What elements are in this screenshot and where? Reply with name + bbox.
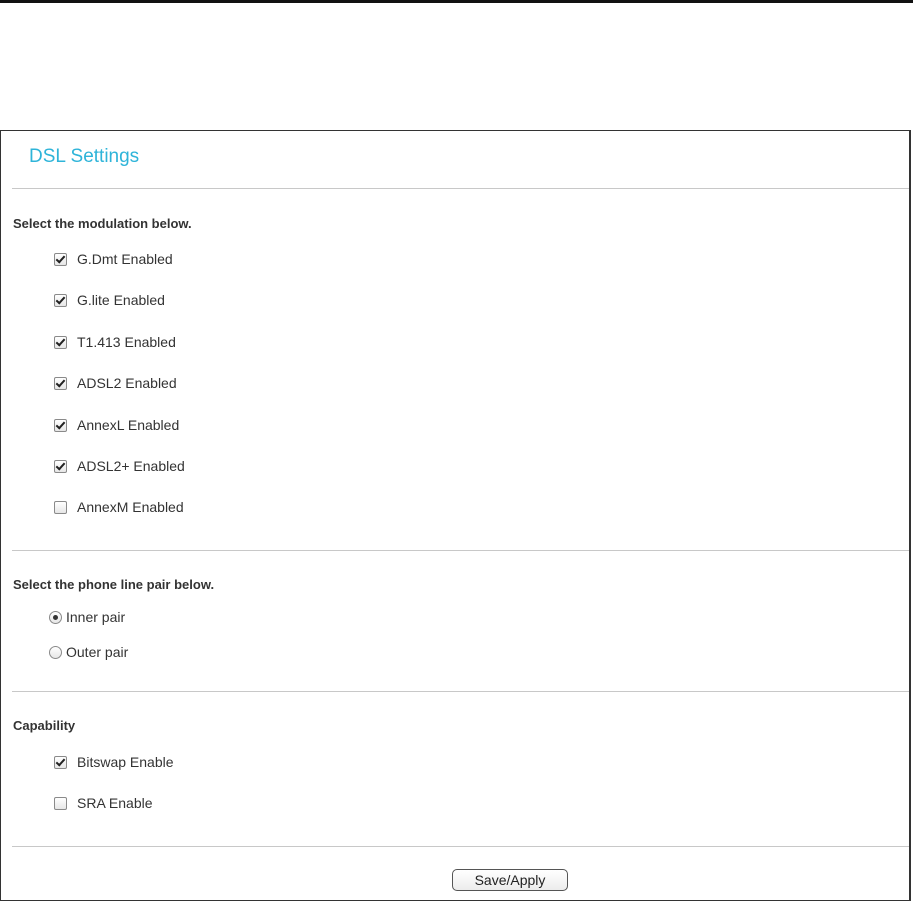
adsl2plus-label: ADSL2+ Enabled — [77, 458, 185, 474]
inner-pair-label: Inner pair — [66, 609, 126, 625]
annexm-checkbox[interactable] — [54, 500, 67, 514]
modulation-option-gdmt[interactable]: G.Dmt Enabled — [54, 250, 173, 268]
dsl-settings-panel: DSL Settings Select the modulation below… — [0, 130, 911, 901]
sra-checkbox[interactable] — [54, 796, 67, 810]
adsl2plus-checkbox[interactable] — [54, 459, 67, 473]
modulation-option-adsl2plus[interactable]: ADSL2+ Enabled — [54, 457, 185, 475]
annexl-checkbox[interactable] — [54, 418, 67, 432]
modulation-option-t1413[interactable]: T1.413 Enabled — [54, 333, 176, 351]
t1413-label: T1.413 Enabled — [77, 334, 176, 350]
top-rule — [0, 0, 913, 3]
capability-option-sra[interactable]: SRA Enable — [54, 794, 153, 812]
glite-checkbox[interactable] — [54, 293, 67, 307]
adsl2-checkbox[interactable] — [54, 376, 67, 390]
modulation-option-annexm[interactable]: AnnexM Enabled — [54, 498, 184, 516]
gdmt-checkbox[interactable] — [54, 252, 67, 266]
modulation-option-adsl2[interactable]: ADSL2 Enabled — [54, 374, 177, 392]
bitswap-label: Bitswap Enable — [77, 754, 174, 770]
capability-heading: Capability — [13, 718, 76, 733]
modulation-heading: Select the modulation below. — [13, 216, 192, 231]
title-separator — [12, 188, 909, 189]
outer-pair-radio[interactable] — [49, 645, 62, 659]
inner-pair-radio[interactable] — [49, 610, 62, 624]
bitswap-checkbox[interactable] — [54, 755, 67, 769]
t1413-checkbox[interactable] — [54, 335, 67, 349]
capability-separator — [12, 846, 909, 847]
phone-line-separator — [12, 691, 909, 692]
page-title: DSL Settings — [29, 146, 140, 167]
modulation-option-glite[interactable]: G.lite Enabled — [54, 291, 165, 309]
outer-pair-label: Outer pair — [66, 644, 129, 660]
save-apply-button[interactable]: Save/Apply — [452, 869, 568, 891]
adsl2-label: ADSL2 Enabled — [77, 375, 177, 391]
sra-label: SRA Enable — [77, 795, 153, 811]
annexl-label: AnnexL Enabled — [77, 417, 180, 433]
phone-line-option-outer[interactable]: Outer pair — [49, 643, 128, 661]
glite-label: G.lite Enabled — [77, 292, 165, 308]
phone-line-heading: Select the phone line pair below. — [13, 577, 215, 592]
modulation-option-annexl[interactable]: AnnexL Enabled — [54, 416, 179, 434]
modulation-separator — [12, 550, 909, 551]
annexm-label: AnnexM Enabled — [77, 499, 184, 515]
phone-line-option-inner[interactable]: Inner pair — [49, 608, 125, 626]
capability-option-bitswap[interactable]: Bitswap Enable — [54, 753, 174, 771]
gdmt-label: G.Dmt Enabled — [77, 251, 173, 267]
